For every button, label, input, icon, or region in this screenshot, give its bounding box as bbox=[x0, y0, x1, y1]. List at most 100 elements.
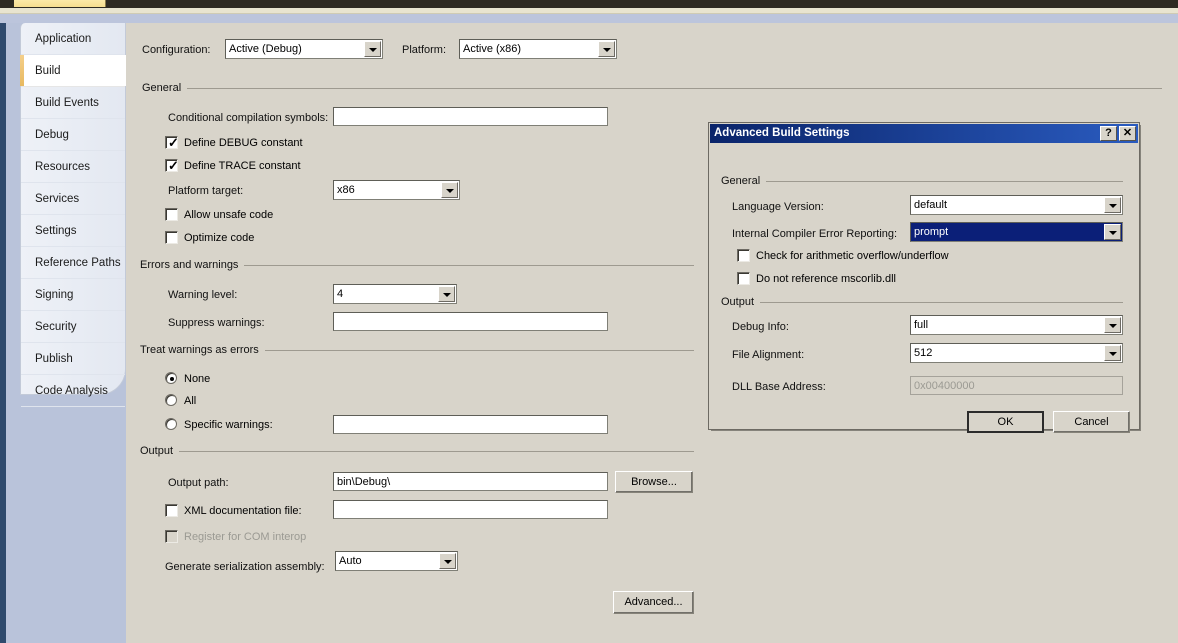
treat-warnings-none-label: None bbox=[184, 373, 211, 385]
ok-button[interactable]: OK bbox=[967, 411, 1044, 433]
specific-warnings-input[interactable] bbox=[333, 415, 608, 434]
sidebar-item-label: Application bbox=[35, 33, 92, 45]
advanced-build-settings-dialog: Advanced Build Settings ? ✕ General Lang… bbox=[708, 122, 1140, 433]
treat-warnings-none-radio[interactable]: None bbox=[165, 372, 210, 386]
treat-warnings-group-label: Treat warnings as errors bbox=[140, 344, 259, 356]
cancel-button[interactable]: Cancel bbox=[1053, 411, 1130, 433]
debug-info-label: Debug Info: bbox=[732, 321, 789, 333]
conditional-symbols-input[interactable] bbox=[333, 107, 608, 126]
suppress-warnings-input[interactable] bbox=[333, 312, 608, 331]
arithmetic-overflow-checkbox[interactable]: Check for arithmetic overflow/underflow bbox=[737, 249, 949, 264]
sidebar-item-security[interactable]: Security bbox=[21, 311, 125, 343]
treat-warnings-all-radio[interactable]: All bbox=[165, 394, 196, 408]
sidebar-item-reference-paths[interactable]: Reference Paths bbox=[21, 247, 125, 279]
group-divider bbox=[264, 349, 694, 351]
checkbox-box bbox=[737, 272, 750, 285]
sidebar-item-application[interactable]: Application bbox=[21, 23, 125, 55]
platform-target-label: Platform target: bbox=[168, 185, 244, 197]
platform-combo[interactable]: Active (x86) bbox=[459, 39, 617, 59]
dialog-title-bar[interactable]: Advanced Build Settings ? ✕ bbox=[710, 124, 1138, 143]
language-version-value: default bbox=[914, 199, 948, 211]
sidebar-item-build[interactable]: Build bbox=[20, 55, 126, 87]
platform-combo-value: Active (x86) bbox=[463, 43, 522, 55]
define-trace-checkbox[interactable]: ✓ Define TRACE constant bbox=[165, 159, 301, 174]
sidebar-item-label: Security bbox=[35, 321, 77, 333]
sidebar-item-build-events[interactable]: Build Events bbox=[21, 87, 125, 119]
configuration-combo[interactable]: Active (Debug) bbox=[225, 39, 383, 59]
no-mscorlib-checkbox[interactable]: Do not reference mscorlib.dll bbox=[737, 272, 896, 287]
conditional-symbols-label: Conditional compilation symbols: bbox=[168, 112, 329, 124]
define-trace-label: Define TRACE constant bbox=[184, 160, 301, 172]
toolbar-band-lower bbox=[0, 14, 1178, 23]
sidebar-item-label: Signing bbox=[35, 289, 74, 301]
dialog-output-group-header: Output bbox=[721, 296, 1123, 308]
radio-circle bbox=[165, 372, 177, 384]
allow-unsafe-checkbox[interactable]: Allow unsafe code bbox=[165, 208, 273, 223]
chevron-down-icon[interactable] bbox=[598, 41, 615, 57]
chevron-down-icon[interactable] bbox=[1104, 197, 1121, 213]
general-group-header: General bbox=[142, 82, 1162, 94]
ice-reporting-label: Internal Compiler Error Reporting: bbox=[732, 228, 898, 240]
output-path-label: Output path: bbox=[168, 477, 229, 489]
sidebar-item-settings[interactable]: Settings bbox=[21, 215, 125, 247]
arithmetic-overflow-label: Check for arithmetic overflow/underflow bbox=[756, 250, 949, 262]
chevron-down-icon[interactable] bbox=[1104, 317, 1121, 333]
dialog-output-group-label: Output bbox=[721, 296, 755, 308]
sidebar-item-code-analysis[interactable]: Code Analysis bbox=[21, 375, 125, 407]
debug-info-combo[interactable]: full bbox=[910, 315, 1123, 335]
xml-documentation-checkbox[interactable]: XML documentation file: bbox=[165, 504, 302, 519]
chevron-down-icon[interactable] bbox=[441, 182, 458, 198]
checkbox-box bbox=[165, 504, 178, 517]
advanced-button[interactable]: Advanced... bbox=[613, 591, 694, 614]
define-debug-checkbox[interactable]: ✓ Define DEBUG constant bbox=[165, 136, 303, 151]
register-com-interop-checkbox: Register for COM interop bbox=[165, 530, 306, 545]
xml-documentation-input[interactable] bbox=[333, 500, 608, 519]
chevron-down-icon[interactable] bbox=[439, 553, 456, 569]
chevron-down-icon[interactable] bbox=[364, 41, 381, 57]
chevron-down-icon[interactable] bbox=[438, 286, 455, 302]
serialization-assembly-combo[interactable]: Auto bbox=[335, 551, 458, 571]
sidebar-item-publish[interactable]: Publish bbox=[21, 343, 125, 375]
chevron-down-icon[interactable] bbox=[1104, 345, 1121, 361]
errors-warnings-group-header: Errors and warnings bbox=[140, 259, 694, 271]
sidebar-item-services[interactable]: Services bbox=[21, 183, 125, 215]
help-icon[interactable]: ? bbox=[1100, 126, 1117, 141]
sidebar-item-label: Services bbox=[35, 193, 80, 205]
sidebar-item-label: Code Analysis bbox=[35, 385, 108, 397]
treat-warnings-specific-radio[interactable]: Specific warnings: bbox=[165, 418, 273, 432]
sidebar-item-label: Settings bbox=[35, 225, 77, 237]
close-icon[interactable]: ✕ bbox=[1119, 126, 1136, 141]
optimize-code-checkbox[interactable]: Optimize code bbox=[165, 231, 254, 246]
ice-reporting-combo[interactable]: prompt bbox=[910, 222, 1123, 242]
platform-target-combo[interactable]: x86 bbox=[333, 180, 460, 200]
properties-category-sidebar: Application Build Build Events Debug Res… bbox=[20, 23, 126, 407]
group-divider bbox=[187, 87, 1162, 89]
dialog-general-group-header: General bbox=[721, 175, 1123, 187]
check-icon: ✓ bbox=[168, 135, 179, 150]
chevron-down-icon[interactable] bbox=[1104, 224, 1121, 240]
sidebar-item-resources[interactable]: Resources bbox=[21, 151, 125, 183]
checkbox-box: ✓ bbox=[165, 159, 179, 172]
checkbox-box bbox=[737, 249, 750, 262]
suppress-warnings-label: Suppress warnings: bbox=[168, 317, 265, 329]
group-divider bbox=[766, 180, 1123, 182]
warning-level-combo[interactable]: 4 bbox=[333, 284, 457, 304]
output-path-input[interactable]: bin\Debug\ bbox=[333, 472, 608, 491]
allow-unsafe-label: Allow unsafe code bbox=[184, 209, 274, 221]
window-top-strip bbox=[0, 0, 1178, 8]
output-group-header: Output bbox=[140, 445, 694, 457]
treat-warnings-group-header: Treat warnings as errors bbox=[140, 344, 694, 356]
treat-warnings-all-label: All bbox=[184, 395, 197, 407]
dialog-general-group-label: General bbox=[721, 175, 761, 187]
sidebar-item-debug[interactable]: Debug bbox=[21, 119, 125, 151]
radio-circle bbox=[165, 418, 177, 430]
language-version-combo[interactable]: default bbox=[910, 195, 1123, 215]
document-tab[interactable] bbox=[14, 0, 106, 7]
dll-base-address-input: 0x00400000 bbox=[910, 376, 1123, 395]
debug-info-value: full bbox=[914, 319, 929, 331]
xml-documentation-label: XML documentation file: bbox=[184, 505, 302, 517]
sidebar-item-label: Resources bbox=[35, 161, 90, 173]
file-alignment-combo[interactable]: 512 bbox=[910, 343, 1123, 363]
browse-button[interactable]: Browse... bbox=[615, 471, 693, 493]
sidebar-item-signing[interactable]: Signing bbox=[21, 279, 125, 311]
